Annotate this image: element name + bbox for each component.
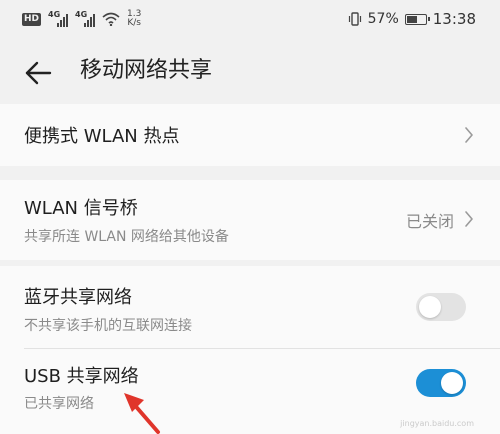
network-speed-unit: K/s [127,18,141,28]
wlan-bridge-title: WLAN 信号桥 [24,198,138,219]
bluetooth-tethering-title: 蓝牙共享网络 [24,287,132,308]
portable-hotspot-title: 便携式 WLAN 热点 [24,126,180,147]
network-type-label-sim2: 4G [75,10,88,19]
battery-level-fill [406,15,417,23]
usb-tethering-subtitle: 已共享网络 [24,396,94,412]
tethering-card: 蓝牙共享网络 不共享该手机的互联网连接 USB 共享网络 已共享网络 [0,266,500,434]
chevron-right-icon [464,126,474,144]
status-right: 57% 13:38 [348,9,476,29]
status-left: HD 4G 4G 1.3 K/s [22,9,141,29]
signal-icon-sim1: 4G [48,10,69,27]
usb-tethering-toggle[interactable] [416,369,466,397]
signal-icon-sim2: 4G [75,10,96,27]
back-arrow-icon[interactable] [24,60,52,86]
network-type-label-sim1: 4G [48,10,61,19]
wlan-bridge-subtitle: 共享所连 WLAN 网络给其他设备 [24,229,229,245]
toggle-knob [419,296,441,318]
usb-tethering-title: USB 共享网络 [24,366,139,387]
network-speed: 1.3 K/s [127,10,141,28]
bluetooth-tethering-row[interactable]: 蓝牙共享网络 不共享该手机的互联网连接 [0,266,500,348]
clock: 13:38 [432,10,476,28]
watermark-url: jingyan.baidu.com [400,419,474,428]
hd-badge: HD [22,12,42,26]
toggle-knob [441,372,463,394]
vibrate-icon [348,12,362,26]
battery-percent: 57% [367,11,399,27]
bluetooth-tethering-subtitle: 不共享该手机的互联网连接 [24,318,192,334]
wlan-bridge-row[interactable]: WLAN 信号桥 共享所连 WLAN 网络给其他设备 已关闭 [0,180,500,260]
hotspot-card: 便携式 WLAN 热点 [0,104,500,166]
annotation-arrow-icon [120,390,170,434]
app-bar: 移动网络共享 [0,38,500,108]
status-bar: HD 4G 4G 1.3 K/s 57% 13:38 [0,0,500,38]
wlan-bridge-status: 已关闭 [405,212,454,231]
bluetooth-tethering-toggle[interactable] [416,293,466,321]
page-title: 移动网络共享 [80,58,213,83]
chevron-right-icon [464,210,474,228]
wifi-icon [102,12,120,26]
wlan-bridge-card: WLAN 信号桥 共享所连 WLAN 网络给其他设备 已关闭 [0,180,500,260]
portable-hotspot-row[interactable]: 便携式 WLAN 热点 [0,104,500,166]
battery-icon [404,13,430,25]
